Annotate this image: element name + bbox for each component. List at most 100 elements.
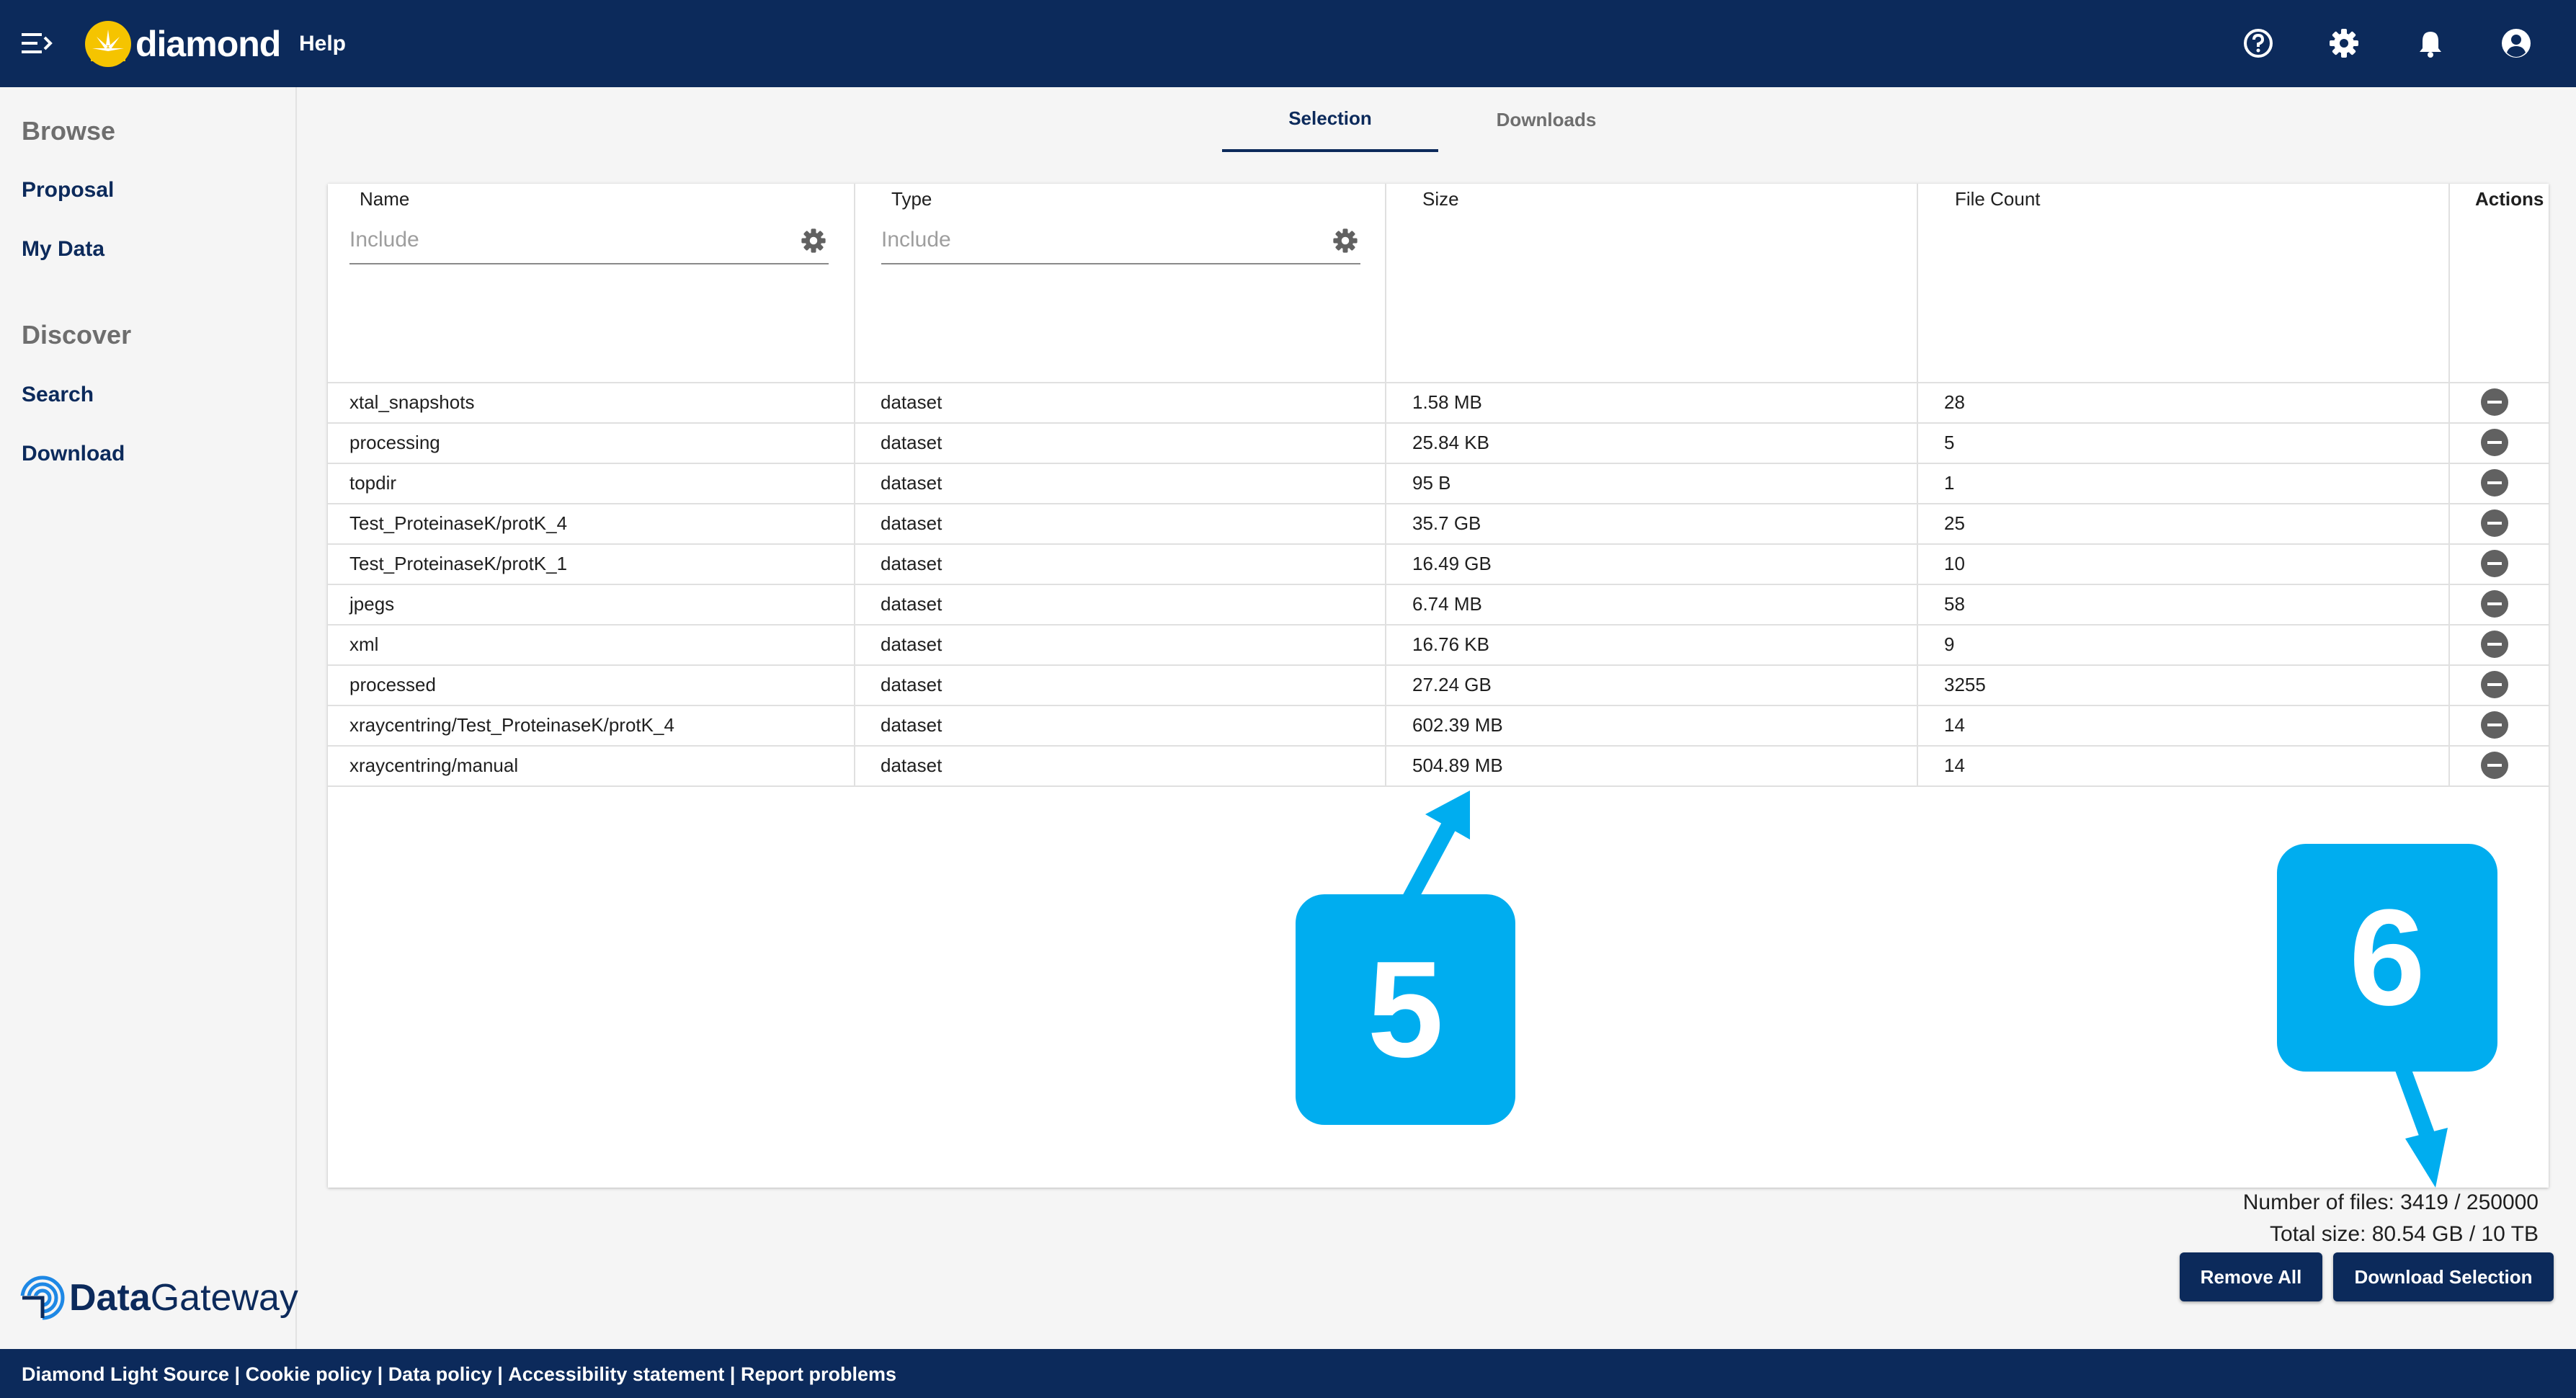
diamond-logo[interactable]: diamond bbox=[84, 19, 281, 69]
cell-count: 14 bbox=[1944, 714, 1965, 736]
footer-link[interactable]: Report problems bbox=[741, 1363, 896, 1386]
remove-item-icon[interactable] bbox=[2481, 590, 2508, 618]
column-divider bbox=[854, 624, 855, 664]
column-divider bbox=[854, 664, 855, 705]
cell-count: 25 bbox=[1944, 512, 1965, 534]
column-divider bbox=[1385, 503, 1386, 543]
menu-icon[interactable] bbox=[22, 30, 53, 56]
column-divider bbox=[854, 503, 855, 543]
tab-downloads[interactable]: Downloads bbox=[1438, 87, 1654, 152]
column-divider bbox=[854, 422, 855, 463]
cell-size: 95 B bbox=[1412, 472, 1451, 494]
name-filter-settings-icon[interactable] bbox=[798, 226, 829, 256]
discover-heading: Discover bbox=[22, 320, 132, 350]
column-divider bbox=[2448, 382, 2450, 422]
sidebar-item-proposal[interactable]: Proposal bbox=[22, 178, 114, 202]
remove-item-icon[interactable] bbox=[2481, 469, 2508, 497]
cell-type: dataset bbox=[881, 593, 942, 615]
type-filter-input[interactable] bbox=[881, 220, 1265, 260]
column-header-name[interactable]: Name bbox=[360, 188, 409, 210]
column-divider bbox=[2448, 745, 2450, 785]
cell-size: 504.89 MB bbox=[1412, 754, 1503, 776]
browse-heading: Browse bbox=[22, 116, 116, 146]
table-row: xml dataset 16.76 KB 9 bbox=[328, 624, 2549, 666]
footer-link[interactable]: Diamond Light Source bbox=[22, 1363, 229, 1386]
column-divider bbox=[2448, 705, 2450, 745]
column-divider bbox=[2448, 664, 2450, 705]
type-filter bbox=[881, 220, 1360, 264]
remove-item-icon[interactable] bbox=[2481, 752, 2508, 779]
help-icon[interactable] bbox=[2241, 26, 2276, 61]
sidebar-item-download[interactable]: Download bbox=[22, 442, 125, 466]
column-divider bbox=[1385, 463, 1386, 503]
remove-item-icon[interactable] bbox=[2481, 429, 2508, 456]
notifications-icon[interactable] bbox=[2413, 26, 2448, 61]
sidebar-item-search[interactable]: Search bbox=[22, 383, 94, 407]
tab-bar: Selection Downloads bbox=[1222, 87, 1654, 152]
cell-size: 25.84 KB bbox=[1412, 432, 1489, 453]
column-divider bbox=[854, 705, 855, 745]
app-header: diamond Help bbox=[0, 0, 2576, 87]
footer-links: Diamond Light Source | Cookie policy | D… bbox=[22, 1363, 896, 1386]
cell-name: xraycentring/Test_ProteinaseK/protK_4 bbox=[349, 714, 674, 736]
remove-all-button[interactable]: Remove All bbox=[2180, 1252, 2322, 1301]
settings-icon[interactable] bbox=[2327, 26, 2361, 61]
account-icon[interactable] bbox=[2499, 26, 2533, 61]
column-header-type[interactable]: Type bbox=[891, 188, 932, 210]
remove-item-icon[interactable] bbox=[2481, 671, 2508, 698]
cell-type: dataset bbox=[881, 754, 942, 776]
column-header-size[interactable]: Size bbox=[1422, 188, 1459, 210]
column-divider bbox=[1917, 184, 1918, 382]
cell-size: 16.49 GB bbox=[1412, 553, 1492, 574]
cell-count: 1 bbox=[1944, 472, 1955, 494]
column-divider bbox=[2448, 463, 2450, 503]
name-filter-input[interactable] bbox=[349, 220, 733, 260]
column-divider bbox=[854, 463, 855, 503]
remove-item-icon[interactable] bbox=[2481, 388, 2508, 416]
cell-name: xml bbox=[349, 633, 379, 655]
column-divider bbox=[1385, 664, 1386, 705]
cell-size: 16.76 KB bbox=[1412, 633, 1489, 655]
column-divider bbox=[1917, 745, 1918, 785]
cell-count: 9 bbox=[1944, 633, 1955, 655]
column-divider bbox=[1385, 584, 1386, 624]
column-divider bbox=[1385, 624, 1386, 664]
footer-link[interactable]: Accessibility statement bbox=[508, 1363, 724, 1386]
table-row: Test_ProteinaseK/protK_1 dataset 16.49 GB 1… bbox=[328, 543, 2549, 585]
table-row: Test_ProteinaseK/protK_4 dataset 35.7 GB 25 bbox=[328, 503, 2549, 545]
table-row: xraycentring/manual dataset 504.89 MB 14 bbox=[328, 745, 2549, 787]
column-divider bbox=[2448, 184, 2450, 382]
cell-type: dataset bbox=[881, 391, 942, 413]
datagateway-wordmark: DataGateway bbox=[69, 1277, 298, 1319]
cell-count: 58 bbox=[1944, 593, 1965, 615]
remove-item-icon[interactable] bbox=[2481, 711, 2508, 739]
column-divider bbox=[1917, 382, 1918, 422]
table-row: xtal_snapshots dataset 1.58 MB 28 bbox=[328, 382, 2549, 424]
column-divider bbox=[1917, 584, 1918, 624]
column-divider bbox=[1385, 184, 1386, 382]
column-divider bbox=[1917, 624, 1918, 664]
sidebar-item-my-data[interactable]: My Data bbox=[22, 237, 104, 262]
download-selection-button[interactable]: Download Selection bbox=[2333, 1252, 2554, 1301]
cell-size: 1.58 MB bbox=[1412, 391, 1482, 413]
cell-size: 602.39 MB bbox=[1412, 714, 1503, 736]
tab-selection[interactable]: Selection bbox=[1222, 87, 1438, 152]
help-link[interactable]: Help bbox=[299, 32, 346, 56]
cell-size: 35.7 GB bbox=[1412, 512, 1481, 534]
type-filter-settings-icon[interactable] bbox=[1330, 226, 1360, 256]
column-divider bbox=[1917, 664, 1918, 705]
column-header-file-count[interactable]: File Count bbox=[1955, 188, 2041, 210]
remove-item-icon[interactable] bbox=[2481, 550, 2508, 577]
remove-item-icon[interactable] bbox=[2481, 509, 2508, 537]
column-divider bbox=[854, 184, 855, 382]
column-divider bbox=[2448, 584, 2450, 624]
footer-link[interactable]: Cookie policy bbox=[246, 1363, 373, 1386]
footer-separator: | bbox=[491, 1363, 509, 1385]
remove-item-icon[interactable] bbox=[2481, 631, 2508, 658]
footer-link[interactable]: Data policy bbox=[388, 1363, 492, 1386]
column-divider bbox=[1385, 745, 1386, 785]
column-divider bbox=[2448, 503, 2450, 543]
datagateway-logo-icon bbox=[20, 1275, 65, 1320]
table-header: Name Type bbox=[328, 184, 2549, 383]
column-divider bbox=[2448, 543, 2450, 584]
